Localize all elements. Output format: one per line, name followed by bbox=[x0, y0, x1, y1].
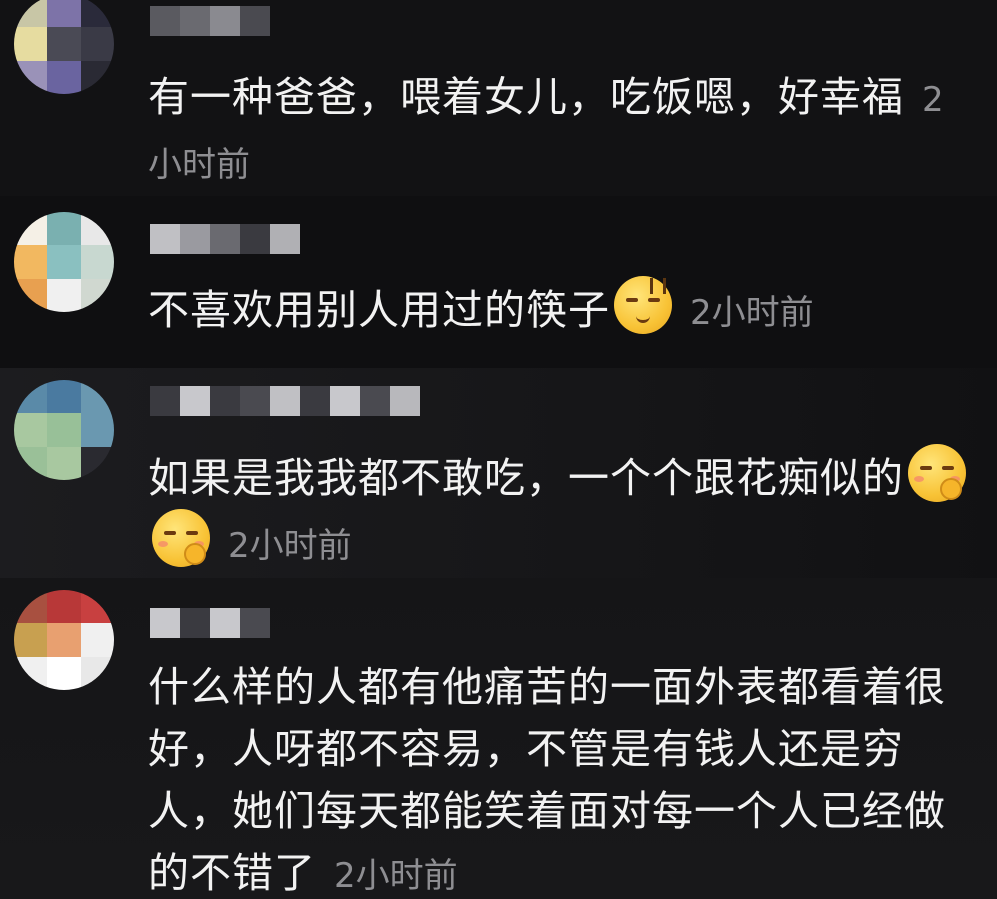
username-pixel bbox=[300, 386, 330, 416]
avatar-pixel bbox=[80, 623, 114, 657]
avatar-pixel bbox=[14, 446, 48, 480]
username-pixel bbox=[150, 6, 180, 36]
avatar[interactable] bbox=[14, 212, 114, 312]
avatar-pixel bbox=[14, 27, 48, 61]
avatar-pixel bbox=[47, 212, 81, 246]
comment-item: 有一种爸爸，喂着女儿，吃饭嗯，好幸福 2小时前 bbox=[0, 0, 997, 196]
avatar[interactable] bbox=[14, 590, 114, 690]
avatar-pixel bbox=[14, 0, 48, 28]
username[interactable] bbox=[150, 224, 300, 254]
comment-item: 什么样的人都有他痛苦的一面外表都看着很好，人呀都不容易，不管是有钱人还是穷人，她… bbox=[0, 578, 997, 899]
smirk-emoji-icon bbox=[614, 276, 672, 334]
avatar-pixel bbox=[14, 380, 48, 414]
comment-body: 不喜欢用别人用过的筷子 bbox=[148, 286, 610, 334]
username[interactable] bbox=[150, 608, 270, 638]
username-pixel bbox=[210, 224, 240, 254]
username-pixel bbox=[210, 608, 240, 638]
avatar-pixel bbox=[47, 60, 81, 94]
avatar-pixel bbox=[14, 590, 48, 624]
avatar-pixel bbox=[14, 60, 48, 94]
shush-emoji-icon bbox=[152, 509, 210, 567]
comment-body: 如果是我我都不敢吃，一个个跟花痴似的 bbox=[148, 454, 904, 502]
avatar-pixel bbox=[14, 212, 48, 246]
username-pixel bbox=[240, 386, 270, 416]
comment-time: 2小时前 bbox=[334, 856, 458, 896]
username-pixel bbox=[330, 386, 360, 416]
username-pixel bbox=[390, 386, 420, 416]
username-pixel bbox=[270, 224, 300, 254]
comment-text: 不喜欢用别人用过的筷子 2小时前 bbox=[148, 276, 968, 344]
avatar-pixel bbox=[14, 245, 48, 279]
avatar[interactable] bbox=[14, 380, 114, 480]
username-pixel bbox=[210, 386, 240, 416]
avatar-pixel bbox=[14, 413, 48, 447]
username-pixel bbox=[150, 386, 180, 416]
username[interactable] bbox=[150, 386, 420, 416]
username-pixel bbox=[270, 386, 300, 416]
comment-time: 2小时前 bbox=[228, 526, 352, 566]
comment-text: 如果是我我都不敢吃，一个个跟花痴似的 2小时前 bbox=[148, 444, 968, 577]
avatar-pixel bbox=[80, 278, 114, 312]
username-pixel bbox=[240, 608, 270, 638]
avatar-pixel bbox=[47, 245, 81, 279]
comment-text: 有一种爸爸，喂着女儿，吃饭嗯，好幸福 2小时前 bbox=[148, 66, 968, 196]
username-pixel bbox=[180, 6, 210, 36]
avatar-pixel bbox=[47, 413, 81, 447]
avatar-pixel bbox=[80, 380, 114, 414]
username-pixel bbox=[360, 386, 390, 416]
comment-time: 2小时前 bbox=[690, 293, 814, 333]
username-pixel bbox=[150, 224, 180, 254]
avatar-pixel bbox=[80, 60, 114, 94]
avatar-pixel bbox=[80, 656, 114, 690]
avatar-pixel bbox=[80, 212, 114, 246]
avatar-pixel bbox=[80, 245, 114, 279]
comment-item: 如果是我我都不敢吃，一个个跟花痴似的 2小时前 bbox=[0, 368, 997, 578]
avatar-pixel bbox=[47, 27, 81, 61]
avatar-pixel bbox=[14, 623, 48, 657]
comment-body: 什么样的人都有他痛苦的一面外表都看着很好，人呀都不容易，不管是有钱人还是穷人，她… bbox=[148, 663, 946, 897]
avatar-pixel bbox=[47, 590, 81, 624]
username-pixel bbox=[180, 608, 210, 638]
avatar-pixel bbox=[14, 278, 48, 312]
username-pixel bbox=[240, 224, 270, 254]
avatar-pixel bbox=[47, 623, 81, 657]
avatar-pixel bbox=[80, 27, 114, 61]
avatar-pixel bbox=[14, 656, 48, 690]
username[interactable] bbox=[150, 6, 270, 36]
avatar-pixel bbox=[80, 446, 114, 480]
avatar[interactable] bbox=[14, 0, 114, 94]
avatar-pixel bbox=[80, 413, 114, 447]
comment-body: 有一种爸爸，喂着女儿，吃饭嗯，好幸福 bbox=[148, 73, 904, 121]
comment-item: 不喜欢用别人用过的筷子 2小时前 bbox=[0, 196, 997, 368]
username-pixel bbox=[180, 224, 210, 254]
username-pixel bbox=[180, 386, 210, 416]
avatar-pixel bbox=[47, 278, 81, 312]
avatar-pixel bbox=[47, 656, 81, 690]
avatar-pixel bbox=[80, 0, 114, 28]
username-pixel bbox=[210, 6, 240, 36]
username-pixel bbox=[150, 608, 180, 638]
username-pixel bbox=[240, 6, 270, 36]
avatar-pixel bbox=[80, 590, 114, 624]
avatar-pixel bbox=[47, 0, 81, 28]
avatar-pixel bbox=[47, 446, 81, 480]
comment-text: 什么样的人都有他痛苦的一面外表都看着很好，人呀都不容易，不管是有钱人还是穷人，她… bbox=[148, 656, 968, 899]
avatar-pixel bbox=[47, 380, 81, 414]
shush-emoji-icon bbox=[908, 444, 966, 502]
